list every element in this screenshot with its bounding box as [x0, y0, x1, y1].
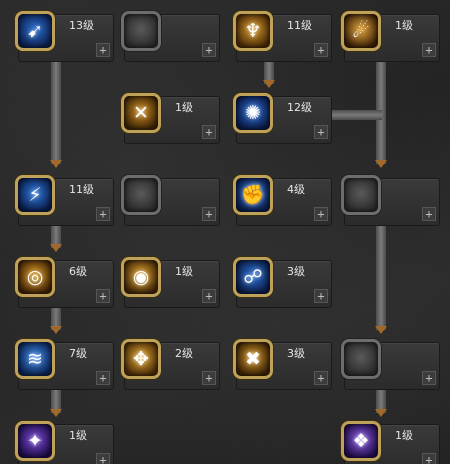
- skill-level-label: 7级: [69, 347, 87, 360]
- skill-slot[interactable]: +: [341, 175, 440, 226]
- connector-arrow: [375, 409, 387, 417]
- blue-runner-icon[interactable]: ☍: [233, 257, 273, 297]
- skill-slot[interactable]: ◉ 1级 +: [121, 257, 220, 308]
- add-point-button[interactable]: +: [314, 43, 328, 57]
- skill-slot[interactable]: ☄ 1级 +: [341, 11, 440, 62]
- skill-glyph: ✦: [27, 429, 43, 452]
- add-point-button[interactable]: +: [422, 43, 436, 57]
- add-point-button[interactable]: +: [96, 43, 110, 57]
- skill-glyph: ♆: [244, 19, 262, 42]
- connector-arrow: [375, 326, 387, 334]
- blue-strike-icon[interactable]: ⚡: [15, 175, 55, 215]
- skill-slot[interactable]: ✖ 3级 +: [233, 339, 332, 390]
- skill-glyph: ✥: [133, 347, 149, 370]
- purple-crystal-icon[interactable]: ❖: [341, 421, 381, 461]
- skill-level-label: 4级: [287, 183, 305, 196]
- connector-arrow: [50, 326, 62, 334]
- skill-slot[interactable]: ✦ 1级 +: [15, 421, 114, 464]
- add-point-button[interactable]: +: [314, 371, 328, 385]
- locked-skill-icon[interactable]: [341, 175, 381, 215]
- skill-glyph: ✕: [133, 101, 149, 124]
- skill-glyph: ≋: [27, 347, 43, 370]
- skill-glyph: ✊: [241, 183, 265, 206]
- skill-slot[interactable]: +: [341, 339, 440, 390]
- blue-punch-icon[interactable]: ✊: [233, 175, 273, 215]
- skill-slot[interactable]: ❖ 1级 +: [341, 421, 440, 464]
- skill-glyph: ⚡: [28, 183, 42, 206]
- add-point-button[interactable]: +: [96, 289, 110, 303]
- skill-level-label: 1级: [395, 19, 413, 32]
- skill-level-label: 1级: [175, 101, 193, 114]
- add-point-button[interactable]: +: [422, 207, 436, 221]
- skill-level-label: 1级: [175, 265, 193, 278]
- locked-skill-icon[interactable]: [121, 175, 161, 215]
- add-point-button[interactable]: +: [202, 125, 216, 139]
- skill-slot[interactable]: ✥ 2级 +: [121, 339, 220, 390]
- add-point-button[interactable]: +: [202, 289, 216, 303]
- connector-arrow: [263, 80, 275, 88]
- skill-level-label: 1级: [395, 429, 413, 442]
- skill-level-label: 11级: [69, 183, 94, 196]
- skill-slot[interactable]: ➹ 13级 +: [15, 11, 114, 62]
- skill-slot[interactable]: ⚡ 11级 +: [15, 175, 114, 226]
- add-point-button[interactable]: +: [96, 207, 110, 221]
- skill-level-label: 3级: [287, 347, 305, 360]
- connector-line: [376, 220, 386, 330]
- add-point-button[interactable]: +: [202, 43, 216, 57]
- purple-stars-icon[interactable]: ✦: [15, 421, 55, 461]
- golden-eye-icon[interactable]: ◉: [121, 257, 161, 297]
- blue-dash-icon[interactable]: ➹: [15, 11, 55, 51]
- add-point-button[interactable]: +: [422, 453, 436, 464]
- skill-slot[interactable]: ♆ 11级 +: [233, 11, 332, 62]
- skill-glyph: ✖: [245, 347, 261, 370]
- skill-slot[interactable]: ☍ 3级 +: [233, 257, 332, 308]
- golden-slash-icon[interactable]: ✕: [121, 93, 161, 133]
- add-point-button[interactable]: +: [202, 371, 216, 385]
- connector-arrow: [375, 160, 387, 168]
- add-point-button[interactable]: +: [202, 207, 216, 221]
- skill-level-label: 6级: [69, 265, 87, 278]
- skill-glyph: ☍: [243, 265, 263, 288]
- add-point-button[interactable]: +: [96, 371, 110, 385]
- connector-arrow: [50, 409, 62, 417]
- connector-arrow: [50, 160, 62, 168]
- golden-swirl-icon[interactable]: ◎: [15, 257, 55, 297]
- add-point-button[interactable]: +: [314, 289, 328, 303]
- skill-tree-panel: ➹ 13级 + + ♆ 11级 + ☄ 1级 + ✕ 1级 + ✺ 12级 + ⚡ 11级 + + ✊ 4级 + + ◎ 6级 + ◉…: [0, 0, 450, 464]
- connector-arrow: [50, 244, 62, 252]
- skill-level-label: 12级: [287, 101, 312, 114]
- locked-skill-icon[interactable]: [121, 11, 161, 51]
- skill-level-label: 2级: [175, 347, 193, 360]
- add-point-button[interactable]: +: [314, 125, 328, 139]
- skill-glyph: ✺: [245, 101, 261, 124]
- locked-skill-icon[interactable]: [341, 339, 381, 379]
- golden-cross-icon[interactable]: ✖: [233, 339, 273, 379]
- skill-glyph: ☄: [352, 19, 370, 42]
- skill-level-label: 13级: [69, 19, 94, 32]
- skill-slot[interactable]: ◎ 6级 +: [15, 257, 114, 308]
- skill-glyph: ◎: [26, 265, 44, 288]
- skill-glyph: ❖: [352, 429, 370, 452]
- connector-line: [51, 56, 61, 164]
- skill-glyph: ◉: [132, 265, 150, 288]
- skill-slot[interactable]: ≋ 7级 +: [15, 339, 114, 390]
- skill-level-label: 11级: [287, 19, 312, 32]
- blue-burst-icon[interactable]: ✺: [233, 93, 273, 133]
- golden-wave-icon[interactable]: ✥: [121, 339, 161, 379]
- skill-level-label: 3级: [287, 265, 305, 278]
- skill-slot[interactable]: ✊ 4级 +: [233, 175, 332, 226]
- skill-slot[interactable]: ✕ 1级 +: [121, 93, 220, 144]
- add-point-button[interactable]: +: [422, 371, 436, 385]
- skill-slot[interactable]: +: [121, 175, 220, 226]
- skill-level-label: 1级: [69, 429, 87, 442]
- golden-kick-icon[interactable]: ☄: [341, 11, 381, 51]
- add-point-button[interactable]: +: [96, 453, 110, 464]
- skill-slot[interactable]: ✺ 12级 +: [233, 93, 332, 144]
- skill-glyph: ➹: [27, 19, 43, 42]
- skill-slot[interactable]: +: [121, 11, 220, 62]
- blue-wave-icon[interactable]: ≋: [15, 339, 55, 379]
- golden-figure-icon[interactable]: ♆: [233, 11, 273, 51]
- add-point-button[interactable]: +: [314, 207, 328, 221]
